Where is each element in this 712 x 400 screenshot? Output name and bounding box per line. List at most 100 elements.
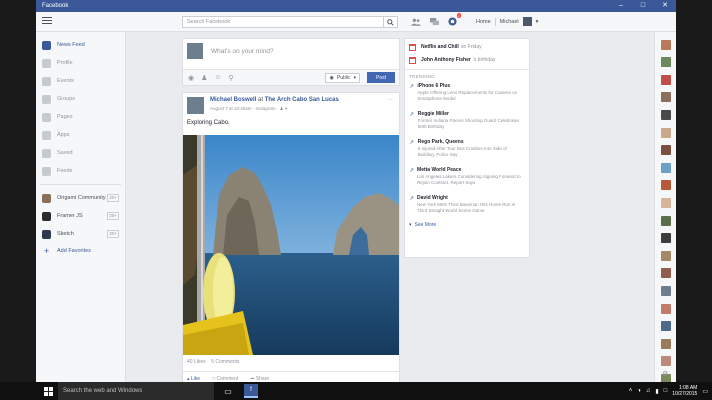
- volume-icon[interactable]: ♫: [646, 388, 651, 394]
- feeling-icon[interactable]: ☺: [214, 74, 221, 81]
- post-timestamp[interactable]: August 7 at 10:40am · Instagram ·: [210, 106, 280, 111]
- chat-contact-avatar[interactable]: [660, 338, 671, 349]
- group-icon: [42, 193, 51, 203]
- event-name[interactable]: Netflix and Chill: [421, 44, 459, 50]
- network-icon[interactable]: ◑: [637, 388, 641, 394]
- chat-contact-avatar[interactable]: [660, 180, 671, 191]
- trending-title[interactable]: Reggie Miller: [418, 111, 525, 117]
- chat-contact-avatar[interactable]: [660, 39, 671, 50]
- chat-contact-avatar[interactable]: [660, 285, 671, 296]
- messages-icon[interactable]: [428, 16, 440, 27]
- avatar[interactable]: [522, 17, 532, 26]
- nav-item-saved[interactable]: Saved: [36, 144, 125, 162]
- notifications-icon[interactable]: ▭: [702, 388, 708, 395]
- privacy-selector[interactable]: ◉ Public ▾: [325, 72, 360, 83]
- pages-icon: [42, 112, 51, 122]
- taskbar-search-input[interactable]: Search the web and Windows: [58, 382, 214, 400]
- chat-contact-avatar[interactable]: [660, 57, 671, 68]
- chevron-down-icon[interactable]: ▾: [536, 19, 539, 25]
- trending-title[interactable]: Metta World Peace: [417, 167, 525, 173]
- trending-arrow-icon: ↗: [409, 196, 415, 202]
- likes-count[interactable]: 40 Likes: [187, 359, 206, 365]
- taskbar-clock[interactable]: 1:08 AM 10/27/2015: [672, 385, 697, 397]
- add-favorites-button[interactable]: + Add Favorites: [36, 243, 125, 259]
- windows-start-icon[interactable]: [38, 382, 58, 400]
- nav-item-label: News Feed: [57, 42, 85, 48]
- composer-toolbar: ◉ ♟ ☺ ⚲ ◉ Public ▾ Post: [183, 69, 399, 85]
- event-reminder[interactable]: John Anthony Fisher's birthday: [405, 52, 529, 65]
- chat-contact-avatar[interactable]: [660, 109, 671, 120]
- event-suffix: on Friday: [460, 44, 482, 50]
- trending-title[interactable]: David Wright: [417, 195, 525, 201]
- battery-icon[interactable]: ▮: [655, 388, 658, 395]
- status-input[interactable]: What's on your mind?: [211, 48, 274, 55]
- trending-title[interactable]: Rego Park, Queens: [418, 139, 525, 145]
- search-icon[interactable]: [383, 17, 397, 27]
- favorite-item[interactable]: Origami Community 20+: [36, 189, 125, 207]
- hamburger-menu-icon[interactable]: [42, 17, 52, 25]
- chevron-up-icon[interactable]: ˄: [629, 388, 633, 394]
- chat-contact-avatar[interactable]: [660, 303, 671, 314]
- search-input[interactable]: Search Facebook: [182, 16, 398, 28]
- more-options-icon[interactable]: ···: [387, 97, 393, 103]
- avatar[interactable]: [187, 97, 204, 114]
- close-icon[interactable]: ✕: [654, 0, 676, 12]
- window-titlebar[interactable]: Facebook – □ ✕: [36, 0, 676, 12]
- post-button[interactable]: Post: [367, 72, 395, 83]
- favorite-item[interactable]: Framer JS 20+: [36, 207, 125, 225]
- home-link[interactable]: Home: [476, 19, 491, 25]
- camera-icon[interactable]: ◉: [188, 74, 194, 82]
- chat-contact-avatar[interactable]: [660, 268, 671, 279]
- trending-description: New York Mets Third Baseman Hits Home Ru…: [417, 202, 516, 213]
- favorite-count-badge: 20+: [107, 230, 119, 238]
- location-icon[interactable]: ⚲: [229, 74, 234, 82]
- favorite-item[interactable]: Sketch 20+: [36, 225, 125, 243]
- nav-item-news-feed[interactable]: News Feed: [36, 36, 125, 54]
- chat-contact-avatar[interactable]: [660, 250, 671, 261]
- chat-contact-avatar[interactable]: [660, 356, 671, 367]
- calendar-icon: [409, 43, 416, 51]
- nav-item-feeds[interactable]: Feeds: [36, 162, 125, 180]
- chat-contact-avatar[interactable]: [660, 321, 671, 332]
- action-center-icon[interactable]: □: [664, 388, 668, 394]
- comments-count[interactable]: 5 Comments: [211, 359, 239, 365]
- minimize-icon[interactable]: –: [610, 0, 632, 12]
- chat-contact-avatar[interactable]: [660, 215, 671, 226]
- trending-item[interactable]: ↗ Rego Park, Queens 6 Injured After Tour B…: [405, 138, 529, 166]
- chat-contact-avatar[interactable]: [660, 127, 671, 138]
- post-author[interactable]: Michael Boswell: [210, 97, 256, 103]
- chat-contact-avatar[interactable]: [660, 233, 671, 244]
- nav-item-pages[interactable]: Pages: [36, 108, 125, 126]
- trending-item[interactable]: ↗ Reggie Miller Former Indiana Pacers Shoo…: [405, 110, 529, 138]
- panel-divider: [405, 69, 529, 70]
- event-name[interactable]: John Anthony Fisher: [421, 57, 471, 63]
- facebook-app: Search Facebook 1 Home Michael ▾ News Fe…: [36, 12, 676, 382]
- post-place[interactable]: The Arch Cabo San Lucas: [265, 97, 339, 103]
- chat-contact-avatar[interactable]: [660, 74, 671, 85]
- nav-item-groups[interactable]: Groups: [36, 90, 125, 108]
- see-more-link[interactable]: ▾ See More: [405, 222, 529, 228]
- trending-item[interactable]: ↗ iPhone 6 Plus Apple Offering Lens Replac…: [405, 82, 529, 110]
- chat-contact-avatar[interactable]: [660, 145, 671, 156]
- chat-contact-avatar[interactable]: [660, 92, 671, 103]
- chevron-down-icon[interactable]: ▾: [285, 106, 287, 111]
- maximize-icon[interactable]: □: [632, 0, 654, 12]
- nav-item-apps[interactable]: Apps: [36, 126, 125, 144]
- nav-item-events[interactable]: Events: [36, 72, 125, 90]
- chat-contact-avatar[interactable]: [660, 197, 671, 208]
- tag-friends-icon[interactable]: ♟: [201, 74, 207, 82]
- trending-title[interactable]: iPhone 6 Plus: [417, 83, 525, 89]
- nav-item-label: Saved: [57, 150, 73, 156]
- notifications-icon[interactable]: 1: [446, 13, 461, 27]
- profile-link[interactable]: Michael: [500, 19, 519, 25]
- gear-icon[interactable]: ⚙: [662, 370, 668, 378]
- trending-item[interactable]: ↗ David Wright New York Mets Third Baseman…: [405, 194, 529, 222]
- event-reminder[interactable]: Netflix and Chill on Friday: [405, 39, 529, 52]
- post-photo[interactable]: [183, 135, 399, 355]
- nav-item-profile[interactable]: Profile: [36, 54, 125, 72]
- trending-item[interactable]: ↗ Metta World Peace Los Angeles Lakers Con…: [405, 166, 529, 194]
- friend-requests-icon[interactable]: [410, 16, 422, 27]
- task-view-icon[interactable]: ▭: [218, 382, 238, 400]
- chat-contact-avatar[interactable]: [660, 162, 671, 173]
- facebook-taskbar-icon[interactable]: f: [244, 384, 258, 398]
